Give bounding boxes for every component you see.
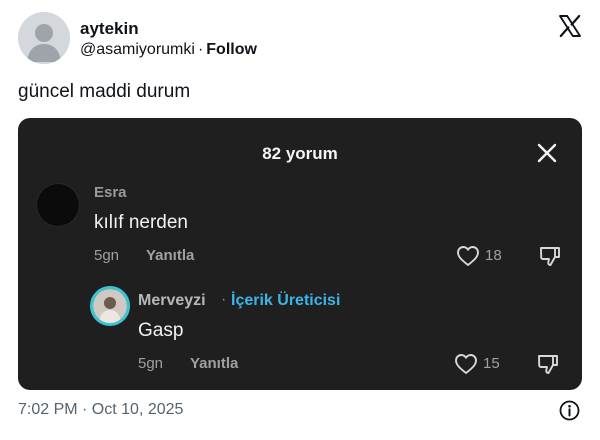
thumbs-down-icon[interactable] bbox=[538, 244, 562, 268]
handle-separator: · bbox=[197, 41, 204, 58]
creator-avatar[interactable] bbox=[90, 286, 130, 326]
author-name[interactable]: aytekin bbox=[80, 19, 139, 39]
reply-button[interactable]: Yanıtla bbox=[190, 355, 238, 372]
heart-icon[interactable] bbox=[454, 353, 478, 375]
commenter-avatar[interactable] bbox=[36, 183, 80, 227]
commenter-name[interactable]: Esra bbox=[94, 184, 127, 201]
comment-age: 5gn bbox=[94, 247, 120, 264]
like-count: 18 bbox=[485, 247, 502, 264]
creator-photo-icon bbox=[93, 289, 127, 323]
author-avatar[interactable] bbox=[18, 12, 70, 64]
tweet-header: aytekin @asamiyorumki · Follow bbox=[18, 12, 582, 68]
x-logo-icon[interactable] bbox=[558, 14, 582, 38]
tweet-text: güncel maddi durum bbox=[18, 81, 191, 102]
info-icon[interactable] bbox=[559, 400, 580, 421]
creator-badge: İçerik Üreticisi bbox=[231, 292, 341, 309]
close-icon[interactable] bbox=[536, 142, 558, 164]
reply-text: Gasp bbox=[138, 320, 184, 341]
like-count: 15 bbox=[483, 355, 500, 372]
author-handle[interactable]: @asamiyorumki bbox=[80, 41, 195, 58]
follow-button[interactable]: Follow bbox=[206, 41, 257, 58]
creator-name[interactable]: Merveyzi bbox=[138, 292, 206, 310]
author-handle-row: @asamiyorumki · Follow bbox=[80, 41, 257, 59]
default-avatar-icon bbox=[18, 12, 70, 64]
heart-icon[interactable] bbox=[456, 245, 480, 267]
comments-screenshot[interactable]: 82 yorum Esra kılıf nerden 5gn Yanıtla 1… bbox=[18, 118, 582, 390]
reply-age: 5gn bbox=[138, 355, 164, 372]
name-separator: · bbox=[221, 291, 227, 308]
tweet-timestamp[interactable]: 7:02 PM · Oct 10, 2025 bbox=[18, 401, 183, 419]
reply-button[interactable]: Yanıtla bbox=[146, 247, 194, 264]
comment-text: kılıf nerden bbox=[94, 212, 188, 233]
thumbs-down-icon[interactable] bbox=[536, 352, 560, 376]
comments-count-title: 82 yorum bbox=[262, 144, 338, 163]
